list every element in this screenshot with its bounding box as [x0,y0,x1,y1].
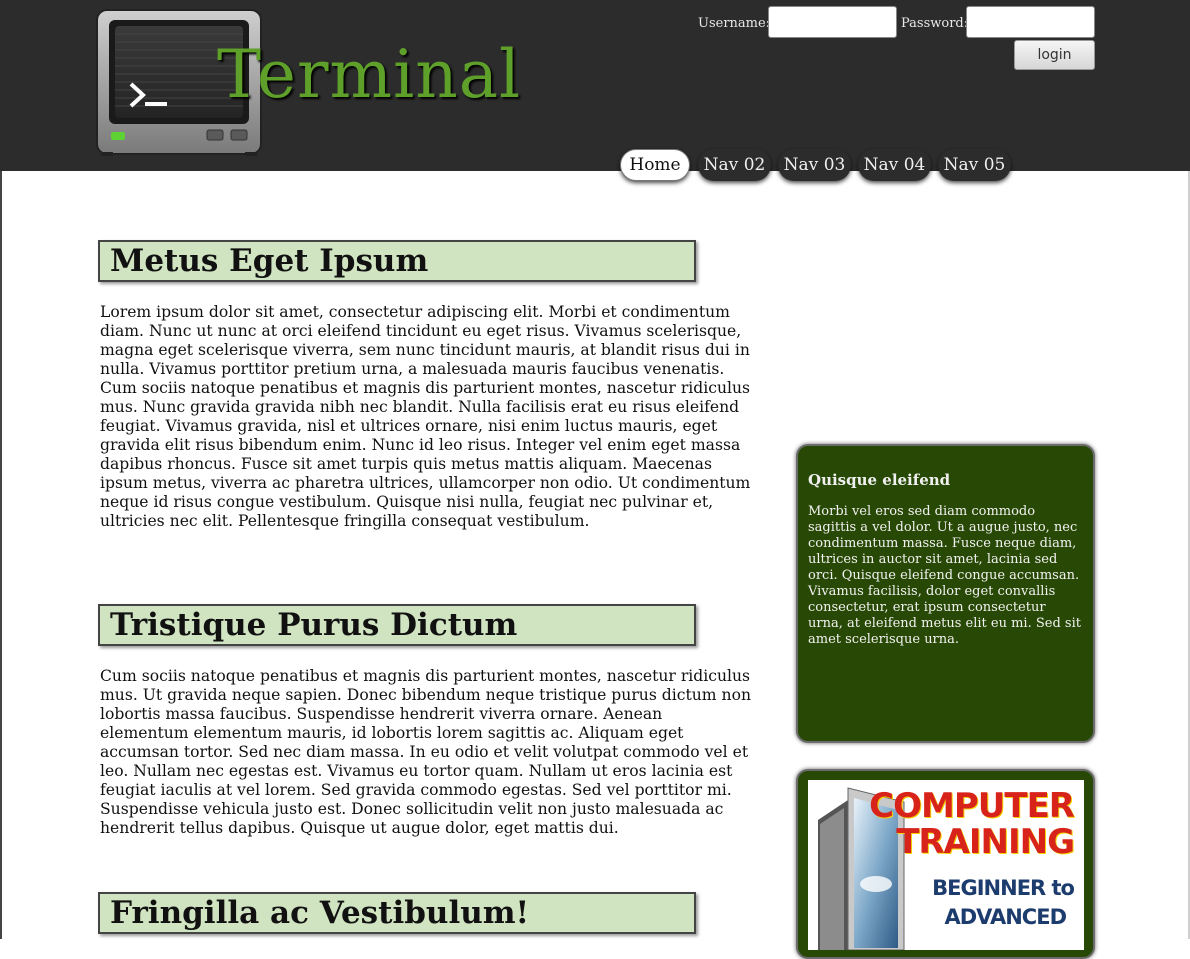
sidebar-box-title: Quisque eleifend [808,471,951,489]
ad-line-1: COMPUTER [869,786,1075,826]
computer-training-ad[interactable]: COMPUTER TRAINING BEGINNER to ADVANCED [808,780,1084,950]
section-heading: Tristique Purus Dictum [98,604,696,646]
section-heading: Fringilla ac Vestibulum! [98,892,696,934]
section-heading: Metus Eget Ipsum [98,240,696,282]
nav-item-05[interactable]: Nav 05 [938,149,1011,181]
nav-item-03[interactable]: Nav 03 [778,149,851,181]
ad-line-4: ADVANCED [944,905,1067,929]
login-button[interactable]: login [1014,40,1095,70]
username-label: Username: [698,16,771,31]
nav-item-04[interactable]: Nav 04 [858,149,931,181]
sidebar-info-box: Quisque eleifend Morbi vel eros sed diam… [796,444,1095,743]
sidebar-box-text: Morbi vel eros sed diam commodo sagittis… [808,504,1081,647]
ad-line-3: BEGINNER to [932,876,1075,900]
ad-line-2: TRAINING [896,822,1075,862]
password-input[interactable] [966,6,1095,38]
sidebar-ad-box: COMPUTER TRAINING BEGINNER to ADVANCED [796,769,1095,959]
username-input[interactable] [768,6,897,38]
section-body: Cum sociis natoque penatibus et magnis d… [100,667,752,837]
site-title: Terminal [217,36,522,113]
nav-item-02[interactable]: Nav 02 [698,149,771,181]
section-body: Lorem ipsum dolor sit amet, consectetur … [100,303,751,530]
nav-item-home[interactable]: Home [620,149,690,181]
site-header: Terminal Username: Password: login [0,0,1190,171]
password-label: Password: [901,16,969,31]
